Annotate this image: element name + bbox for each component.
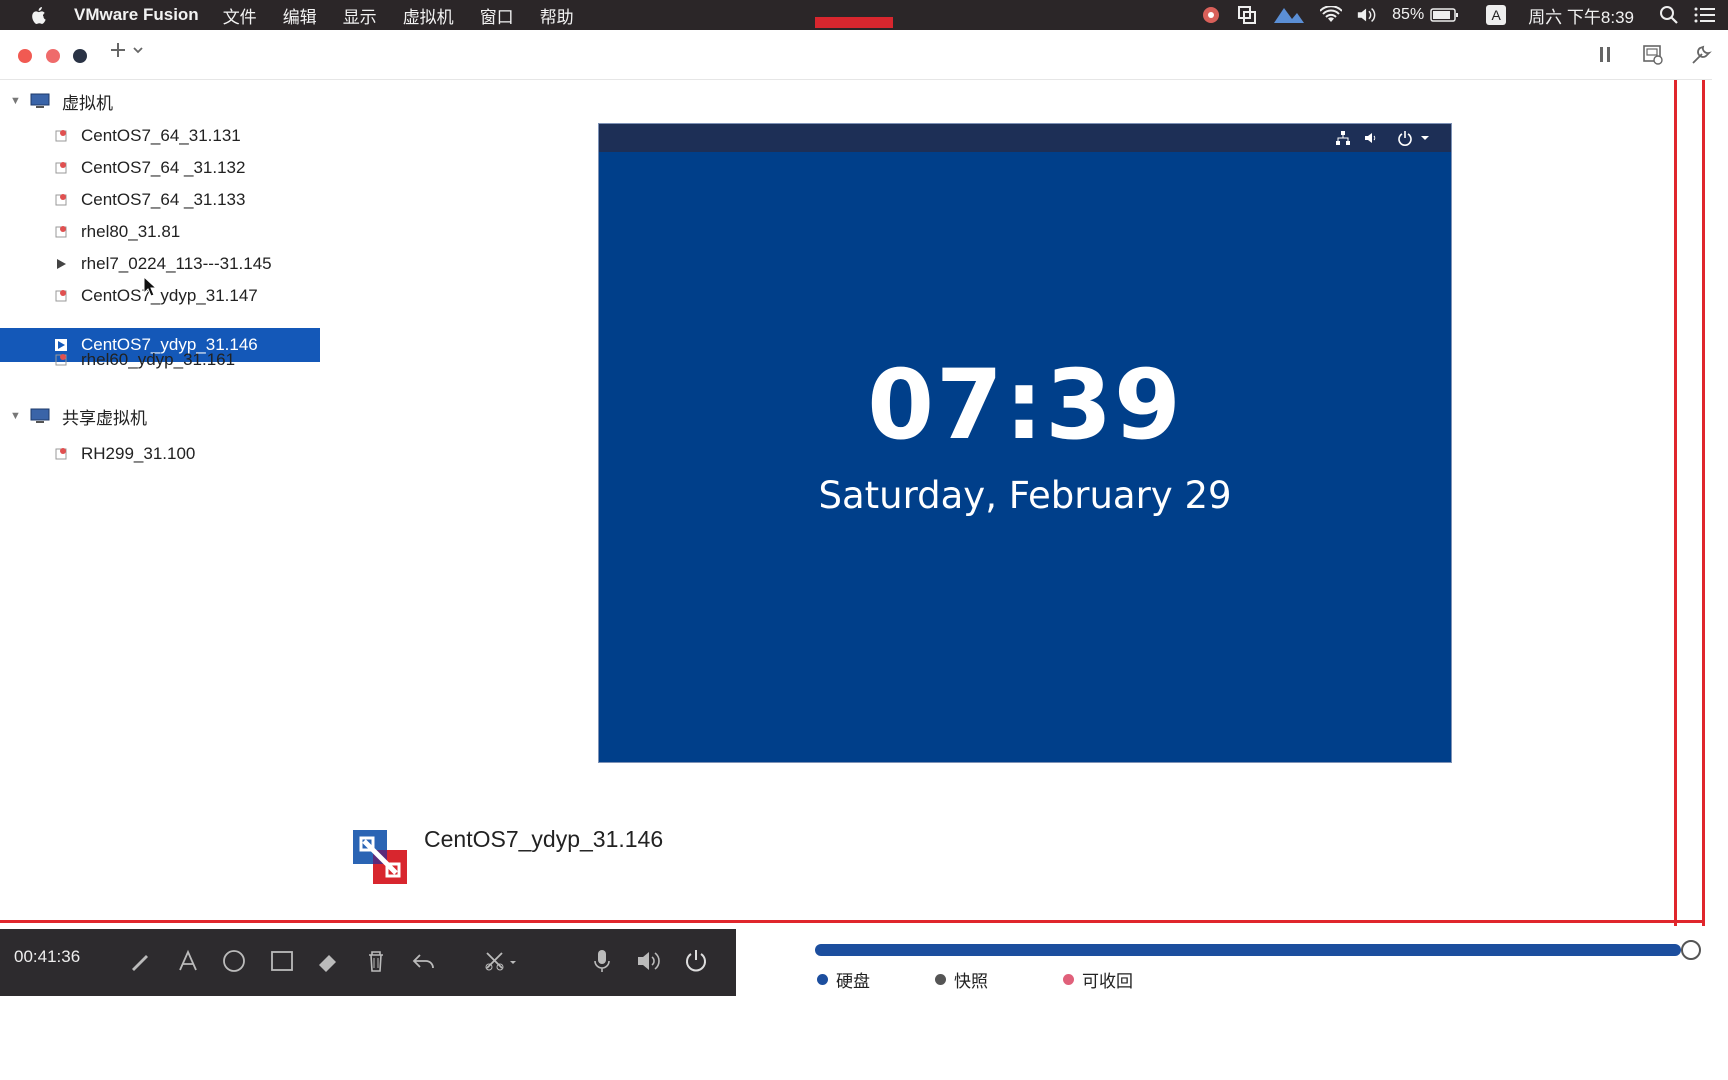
recording-frame-right-outer — [1702, 38, 1705, 926]
apple-menu-icon[interactable] — [28, 4, 50, 26]
close-window-button[interactable] — [18, 49, 32, 63]
vm-item[interactable]: rhel7_0224_113---31.145 — [0, 247, 320, 281]
app-menu[interactable]: VMware Fusion — [74, 5, 199, 25]
circle-tool-icon[interactable] — [220, 947, 248, 975]
vm-stopped-icon — [55, 290, 67, 302]
rectangle-tool-icon[interactable] — [268, 947, 296, 975]
legend-snapshot: 快照 — [935, 967, 988, 992]
menu-help[interactable]: 帮助 — [540, 3, 574, 28]
vm-item[interactable]: rhel60_ydyp_31.161 — [0, 343, 320, 377]
recording-frame-right — [1674, 30, 1677, 926]
vm-running-icon — [57, 259, 66, 269]
wifi-icon[interactable] — [1320, 4, 1343, 26]
battery-percent: 85% — [1392, 6, 1425, 23]
vm-item-label: CentOS7_ydyp_31.147 — [81, 286, 258, 305]
microphone-icon[interactable] — [588, 947, 616, 975]
tools-dropdown-icon[interactable] — [482, 947, 522, 975]
legend-dot — [935, 974, 946, 985]
group-vms[interactable]: ▼ 虚拟机 — [10, 88, 113, 114]
computer-icon — [30, 408, 50, 423]
guest-top-bar — [599, 124, 1451, 152]
vm-stopped-icon — [55, 130, 67, 142]
legend-label: 快照 — [954, 972, 988, 991]
mouse-cursor-icon — [143, 276, 158, 297]
vm-item-label: rhel60_ydyp_31.161 — [81, 350, 236, 369]
vm-item-label: CentOS7_64_31.131 — [81, 126, 241, 145]
vm-name: CentOS7_ydyp_31.146 — [424, 826, 664, 852]
legend-dot — [1063, 974, 1074, 985]
legend-label: 可收回 — [1082, 972, 1133, 991]
vm-item-label: CentOS7_64 _31.132 — [81, 158, 246, 177]
snapshot-icon[interactable] — [1640, 44, 1666, 66]
vm-item-label: RH299_31.100 — [81, 444, 196, 463]
legend-dot — [817, 974, 828, 985]
undo-icon[interactable] — [410, 947, 438, 975]
computer-icon — [30, 93, 50, 108]
legend-disk: 硬盘 — [817, 967, 870, 992]
recording-region-marker — [815, 17, 893, 28]
add-vm-button[interactable] — [110, 40, 144, 66]
disclosure-triangle-icon[interactable]: ▼ — [10, 95, 22, 107]
lock-screen-time: 07:39 — [867, 349, 1183, 461]
vm-stopped-icon — [55, 194, 67, 206]
volume-icon[interactable] — [1356, 4, 1378, 26]
vm-library-sidebar: ▼ 虚拟机 CentOS7_64_31.131 CentOS7_64 _31.1… — [0, 81, 322, 921]
vm-console-screen[interactable]: 07:39 Saturday, February 29 — [598, 123, 1452, 763]
power-icon[interactable] — [1397, 130, 1413, 146]
settings-wrench-icon[interactable] — [1688, 44, 1714, 66]
menu-vm[interactable]: 虚拟机 — [403, 3, 454, 28]
group-shared-vms[interactable]: ▼ 共享虚拟机 — [10, 403, 147, 429]
vm-item-label: rhel7_0224_113---31.145 — [81, 254, 272, 273]
vm-item[interactable]: RH299_31.100 — [0, 437, 320, 471]
screen-recorder-toolbar: 00:41:36 — [0, 929, 736, 996]
legend-label: 硬盘 — [836, 972, 870, 991]
vmware-fusion-logo-icon — [353, 830, 407, 884]
network-icon[interactable] — [1335, 130, 1351, 146]
vm-stopped-icon — [55, 226, 67, 238]
battery-icon[interactable] — [1430, 4, 1460, 26]
lock-screen-date: Saturday, February 29 — [818, 474, 1232, 517]
spotlight-search-icon[interactable] — [1658, 4, 1680, 26]
network-mountain-icon[interactable] — [1272, 4, 1306, 26]
vmware-status-icon[interactable] — [1236, 4, 1258, 26]
eraser-icon[interactable] — [314, 947, 342, 975]
menu-file[interactable]: 文件 — [223, 3, 257, 28]
window-toolbar — [0, 30, 1712, 80]
text-tool-icon[interactable] — [174, 947, 202, 975]
notification-center-icon[interactable] — [1694, 4, 1716, 26]
zoom-window-button[interactable] — [73, 49, 87, 63]
vm-item[interactable]: CentOS7_64 _31.133 — [0, 183, 320, 217]
storage-bar-end-icon — [1681, 940, 1701, 960]
vm-item[interactable]: CentOS7_64_31.131 — [0, 119, 320, 153]
menu-window[interactable]: 窗口 — [480, 3, 514, 28]
speaker-icon[interactable] — [634, 947, 662, 975]
vm-item[interactable]: rhel80_31.81 — [0, 215, 320, 249]
storage-usage-bar — [815, 944, 1681, 956]
vm-stopped-icon — [55, 354, 67, 366]
input-source-icon[interactable]: A — [1486, 5, 1507, 25]
legend-reclaimable: 可收回 — [1063, 967, 1133, 992]
vm-item[interactable]: CentOS7_ydyp_31.147 — [0, 279, 320, 313]
volume-icon[interactable] — [1363, 130, 1379, 146]
menu-edit[interactable]: 编辑 — [283, 3, 317, 28]
pen-icon[interactable] — [126, 947, 154, 975]
pause-vm-icon[interactable] — [1592, 44, 1618, 66]
vm-item-label: CentOS7_64 _31.133 — [81, 190, 246, 209]
vm-stopped-icon — [55, 162, 67, 174]
trash-icon[interactable] — [362, 947, 390, 975]
group-label: 共享虚拟机 — [62, 408, 147, 428]
minimize-window-button[interactable] — [46, 49, 60, 63]
vm-item[interactable]: CentOS7_64 _31.132 — [0, 151, 320, 185]
chevron-down-icon[interactable] — [1417, 130, 1433, 146]
recording-elapsed-time: 00:41:36 — [14, 947, 81, 966]
group-label: 虚拟机 — [62, 93, 113, 113]
record-app-icon[interactable] — [1200, 4, 1222, 26]
menu-view[interactable]: 显示 — [343, 3, 377, 28]
menubar-clock[interactable]: 周六 下午8:39 — [1528, 3, 1634, 28]
disclosure-triangle-icon[interactable]: ▼ — [10, 410, 22, 422]
stop-recording-power-icon[interactable] — [682, 947, 710, 975]
vm-stopped-icon — [55, 448, 67, 460]
vm-item-label: rhel80_31.81 — [81, 222, 181, 241]
